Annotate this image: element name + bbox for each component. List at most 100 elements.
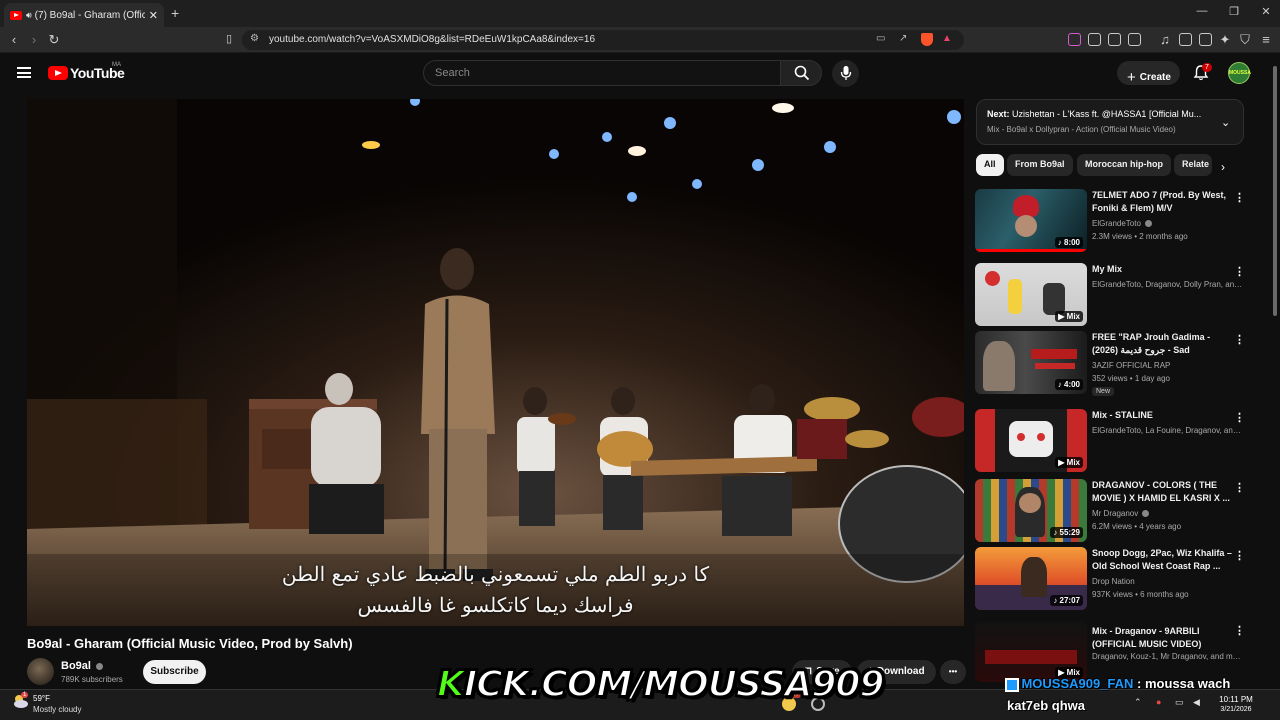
search-button[interactable]	[780, 60, 822, 86]
window-close-button[interactable]: ✕	[1256, 5, 1276, 18]
recommendation-card[interactable]: ♪ 55:29 DRAGANOV - COLORS ( THE MOVIE ) …	[975, 479, 1247, 545]
search-input[interactable]: Search	[423, 60, 781, 86]
recommendation-card[interactable]: ▶ Mix Mix - STALINE ElGrandeToto, La Fou…	[975, 409, 1247, 475]
recommendation-title: FREE "RAP Jrouh Gadima - (2026) جروح قدي…	[1092, 332, 1211, 355]
more-vert-icon[interactable]: ⋮	[1234, 549, 1245, 562]
more-vert-icon[interactable]: ⋮	[1234, 265, 1245, 278]
reload-icon[interactable]: ↻	[46, 32, 62, 48]
music-icon[interactable]: ♫	[1157, 32, 1173, 47]
youtube-logo[interactable]: YouTube MA	[48, 62, 125, 81]
chevron-down-icon[interactable]: ⌄	[1221, 116, 1230, 129]
temperature: 59°F	[33, 694, 50, 703]
verified-icon	[1145, 220, 1153, 228]
video-player[interactable]: كا دربو الطم ملي تسمعوني بالضبط عادي تمع…	[27, 99, 964, 626]
tab-title: (7) Bo9al - Gharam (Official M	[34, 9, 145, 21]
video-thumbnail[interactable]: ▶ Mix	[975, 409, 1087, 472]
chip-all[interactable]: All	[976, 154, 1004, 176]
recommendation-card[interactable]: ♪ 27:07 Snoop Dogg, 2Pac, Wiz Khalifa – …	[975, 547, 1247, 613]
sidebar-icon[interactable]	[1179, 33, 1192, 46]
video-subtitle-line-2: فراسك ديما كاتكلسو غا فالفسس	[357, 593, 634, 617]
tab-close-icon[interactable]: ✕	[149, 9, 158, 22]
extension-puzzle-icon[interactable]	[1088, 33, 1101, 46]
guide-menu-icon[interactable]	[17, 67, 31, 78]
chevron-right-icon[interactable]: ›	[1221, 160, 1225, 174]
duration-badge: ♪ 8:00	[1054, 237, 1083, 248]
up-next-panel[interactable]: Next: Uzishettan - L'Kass ft. @HASSA1 [O…	[976, 99, 1244, 145]
more-vert-icon[interactable]: ⋮	[1234, 333, 1245, 346]
wallet-icon[interactable]	[1199, 33, 1212, 46]
youtube-favicon-icon	[10, 10, 22, 20]
recommendation-channel: ElGrandeToto, La Fouine, Draganov, and .…	[1092, 426, 1244, 435]
extension-shield-icon[interactable]	[1068, 33, 1081, 46]
more-vert-icon[interactable]: ⋮	[1234, 624, 1245, 637]
chat-username: MOUSSA909_FAN	[1021, 676, 1134, 691]
network-icon[interactable]: ▭	[1175, 697, 1184, 708]
channel-avatar[interactable]	[27, 658, 54, 685]
kick-overlay-prefix: K	[436, 663, 466, 706]
share-icon[interactable]: ↗	[899, 33, 907, 44]
create-label: Create	[1139, 72, 1171, 83]
weather-widget[interactable]: 1	[12, 692, 30, 715]
vpn-icon[interactable]: ⛉	[1237, 32, 1253, 48]
browser-tab-strip: 🔊︎ (7) Bo9al - Gharam (Official M ✕ + — …	[0, 0, 1280, 27]
more-vert-icon[interactable]: ⋮	[1234, 481, 1245, 494]
scrollbar-thumb[interactable]	[1273, 66, 1277, 316]
brave-rewards-icon[interactable]: ▲	[942, 33, 952, 44]
mix-badge: ▶ Mix	[1055, 311, 1083, 322]
browser-toolbar: ‹ › ↻ ▯ ⚙ youtube.com/watch?v=VoASXMDiO8…	[0, 27, 1280, 53]
new-badge: New	[1092, 387, 1115, 396]
site-info-icon[interactable]: ⚙	[250, 33, 259, 44]
speaker-icon[interactable]: 🔊︎	[26, 10, 32, 21]
up-next-prefix: Next:	[987, 109, 1010, 119]
bookmark-icon[interactable]: ▯	[221, 32, 237, 45]
chip-moroccan-hip-hop[interactable]: Moroccan hip-hop	[1077, 154, 1171, 176]
subscribe-button[interactable]: Subscribe	[143, 660, 206, 684]
restore-button[interactable]: ❐	[1224, 5, 1244, 18]
video-thumbnail[interactable]: ▶ Mix	[975, 263, 1087, 326]
kick-channel-overlay: KICK.COM/MOUSSA909	[436, 663, 886, 706]
more-vert-icon[interactable]: ⋮	[1234, 411, 1245, 424]
minimize-button[interactable]: —	[1192, 5, 1212, 17]
video-thumbnail[interactable]: ♪ 8:00	[975, 189, 1087, 252]
recommendation-card[interactable]: ♪ 8:00 7ELMET ADO 7 (Prod. By West, Foni…	[975, 189, 1247, 255]
recommendation-card[interactable]: ▶ Mix My Mix ElGrandeToto, Draganov, Dol…	[975, 263, 1247, 329]
new-tab-button[interactable]: +	[171, 5, 179, 21]
account-avatar[interactable]: MOUSSA	[1228, 62, 1251, 84]
more-actions-button[interactable]: •••	[940, 660, 966, 684]
leo-ai-icon[interactable]: ✦	[1217, 32, 1233, 48]
brave-shields-icon[interactable]	[921, 33, 933, 46]
channel-text: ElGrandeToto	[1092, 219, 1141, 228]
recommendation-title: Mix - Draganov - 9ARBILI (OFFICIAL MUSIC…	[1092, 626, 1202, 649]
recommendation-card[interactable]: ♪ 4:00 FREE "RAP Jrouh Gadima - (2026) ج…	[975, 331, 1247, 397]
url-text: youtube.com/watch?v=VoASXMDiO8g&list=RDe…	[269, 34, 596, 45]
chip-related[interactable]: Relate	[1174, 154, 1212, 176]
chip-from-bo9al[interactable]: From Bo9al	[1007, 154, 1073, 176]
verified-icon	[96, 662, 104, 670]
youtube-play-icon	[48, 66, 68, 80]
menu-icon[interactable]: ≡	[1258, 32, 1274, 47]
subscriber-count: 789K subscribers	[61, 675, 123, 684]
microphone-tray-icon[interactable]: ●	[1156, 697, 1161, 707]
extension-screenshot-icon[interactable]	[1128, 33, 1141, 46]
country-code: MA	[112, 62, 121, 68]
video-thumbnail[interactable]: ♪ 55:29	[975, 479, 1087, 542]
video-thumbnail[interactable]: ♪ 4:00	[975, 331, 1087, 394]
video-thumbnail[interactable]: ♪ 27:07	[975, 547, 1087, 610]
plus-icon: +	[1127, 69, 1136, 86]
recommendation-meta: 352 views • 1 day ago	[1092, 374, 1170, 383]
address-bar[interactable]: ⚙ youtube.com/watch?v=VoASXMDiO8g&list=R…	[242, 30, 964, 50]
browser-tab[interactable]: 🔊︎ (7) Bo9al - Gharam (Official M ✕	[4, 3, 164, 27]
channel-name[interactable]: Bo9al	[61, 660, 104, 672]
tray-chevron-icon[interactable]: ⌃	[1134, 697, 1142, 708]
cast-icon[interactable]: ▭	[876, 33, 885, 44]
recommendation-title: Snoop Dogg, 2Pac, Wiz Khalifa – Old Scho…	[1092, 548, 1232, 571]
forward-icon[interactable]: ›	[26, 32, 42, 47]
voice-search-button[interactable]	[832, 60, 859, 87]
extension-grid-icon[interactable]	[1108, 33, 1121, 46]
create-button[interactable]: + Create	[1117, 61, 1180, 86]
more-vert-icon[interactable]: ⋮	[1234, 191, 1245, 204]
video-thumbnail[interactable]: ▶ Mix	[975, 622, 1087, 682]
duration-badge: ♪ 27:07	[1050, 595, 1083, 606]
volume-icon[interactable]: ◀	[1193, 697, 1200, 708]
back-icon[interactable]: ‹	[6, 32, 22, 47]
